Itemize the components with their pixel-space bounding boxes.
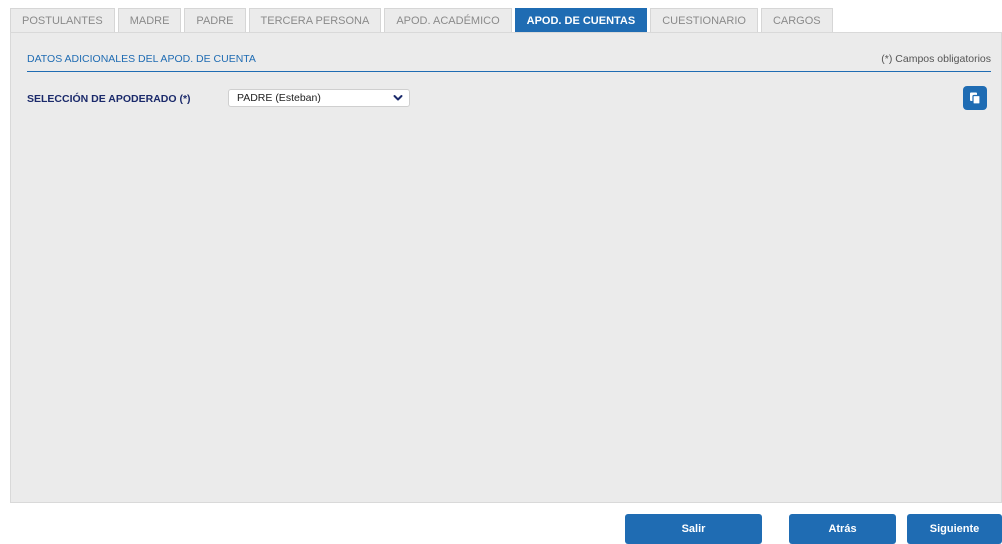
section-title: DATOS ADICIONALES DEL APOD. DE CUENTA <box>27 53 256 65</box>
tab-apod-de-cuentas[interactable]: APOD. DE CUENTAS <box>514 8 648 32</box>
next-button[interactable]: Siguiente <box>907 514 1002 544</box>
tab-cargos[interactable]: CARGOS <box>760 8 833 32</box>
tab-apod-academico[interactable]: APOD. ACADÉMICO <box>384 8 512 32</box>
chevron-down-icon <box>393 95 403 101</box>
copy-button[interactable] <box>963 86 987 110</box>
back-button[interactable]: Atrás <box>789 514 896 544</box>
guardian-select[interactable]: PADRE (Esteban) <box>228 89 410 107</box>
tab-tercera-persona[interactable]: TERCERA PERSONA <box>248 8 382 32</box>
tab-madre[interactable]: MADRE <box>117 8 182 32</box>
exit-button[interactable]: Salir <box>625 514 762 544</box>
required-fields-note: (*) Campos obligatorios <box>881 53 991 65</box>
guardian-select-label: SELECCIÓN DE APODERADO (*) <box>27 93 191 105</box>
tab-postulantes[interactable]: POSTULANTES <box>10 8 115 32</box>
tab-bar: POSTULANTES MADRE PADRE TERCERA PERSONA … <box>10 8 833 32</box>
form-panel: DATOS ADICIONALES DEL APOD. DE CUENTA (*… <box>10 32 1002 503</box>
guardian-select-value: PADRE (Esteban) <box>237 92 321 104</box>
copy-icon <box>970 92 981 105</box>
tab-padre[interactable]: PADRE <box>184 8 246 32</box>
tab-cuestionario[interactable]: CUESTIONARIO <box>650 8 758 32</box>
section-divider <box>27 71 991 72</box>
